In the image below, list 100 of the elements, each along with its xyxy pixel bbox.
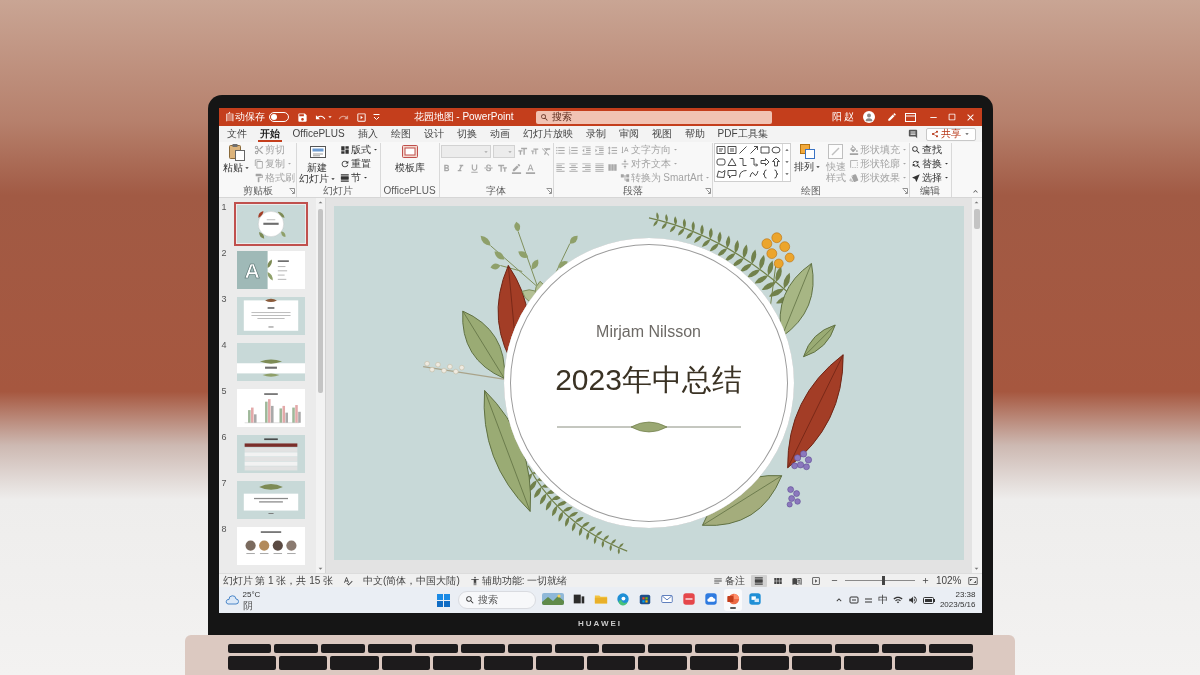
slideshow-icon[interactable]: [355, 111, 367, 123]
ribbon-tab[interactable]: 帮助: [682, 128, 707, 142]
zoom-slider[interactable]: [844, 576, 915, 585]
slide-number: 7: [221, 478, 228, 489]
scrollbar-thumb[interactable]: [973, 209, 980, 229]
tray-menu-icon[interactable]: [863, 595, 873, 605]
scrollbar-thumb[interactable]: [317, 209, 323, 393]
clock-time[interactable]: 23:38: [955, 590, 976, 600]
elbow-arrow-icon[interactable]: [748, 157, 759, 167]
ribbon-tab[interactable]: 文件: [224, 128, 249, 142]
text-box-icon[interactable]: [715, 145, 726, 155]
triangle-icon[interactable]: [726, 157, 737, 167]
slide-preview-drawing: [236, 527, 305, 565]
dialog-launcher-icon[interactable]: [545, 188, 552, 194]
slide-thumbnail[interactable]: [233, 202, 308, 246]
replace-button[interactable]: 替换: [910, 157, 950, 170]
ribbon-tab[interactable]: 幻灯片放映: [520, 128, 575, 142]
reset-button[interactable]: 重置: [339, 157, 379, 170]
volume-icon[interactable]: [907, 595, 918, 605]
slide-preview-drawing: [236, 481, 305, 519]
comment-icon[interactable]: [907, 129, 918, 139]
share-button[interactable]: 共享: [925, 127, 976, 141]
zoom-in-icon[interactable]: [920, 576, 930, 585]
ribbon-tab[interactable]: 录制: [583, 128, 608, 142]
paintbrush-icon: [253, 172, 264, 183]
zoom-level[interactable]: 102%: [935, 574, 962, 587]
paste-button[interactable]: 粘贴: [221, 143, 252, 173]
template-library-button[interactable]: 模板库: [393, 143, 426, 173]
search-field[interactable]: 搜索: [535, 110, 772, 124]
browser-icon: [615, 591, 630, 606]
replace-icon: [910, 158, 921, 169]
vertical-text-box-icon[interactable]: [726, 145, 737, 155]
dialog-launcher-icon[interactable]: [901, 188, 908, 194]
ribbon-tab[interactable]: 设计: [421, 128, 446, 142]
ribbon-tab[interactable]: 动画: [487, 128, 512, 142]
callout-icon[interactable]: [726, 169, 737, 179]
tray-window-icon[interactable]: [848, 595, 859, 605]
wifi-icon[interactable]: [892, 595, 903, 605]
slide-preview-drawing: [236, 389, 305, 427]
ribbon-tab[interactable]: 绘图: [388, 128, 413, 142]
slide-preview-drawing: [236, 205, 305, 243]
freeform-icon[interactable]: [715, 169, 726, 179]
view-button[interactable]: [750, 574, 767, 587]
language-label[interactable]: 中文(简体，中国大陆): [363, 574, 460, 587]
dialog-launcher-icon[interactable]: [288, 188, 295, 194]
arc-icon[interactable]: [737, 169, 748, 179]
hierarchy-icon: [619, 172, 630, 183]
layout-button[interactable]: 版式: [339, 143, 379, 156]
elbow-connector-icon[interactable]: [737, 157, 748, 167]
flower-cluster: [790, 450, 812, 471]
up-arrow-icon[interactable]: [770, 157, 781, 167]
vertical-scrollbar[interactable]: [971, 198, 982, 573]
curve-icon[interactable]: [748, 169, 759, 179]
shapes-gallery[interactable]: [713, 143, 791, 182]
dialog-launcher-icon[interactable]: [704, 188, 711, 194]
ribbon-tab[interactable]: PDF工具集: [715, 128, 770, 142]
rectangle-icon[interactable]: [759, 145, 770, 155]
ribbon-tab[interactable]: 插入: [355, 128, 380, 142]
slide-preview-drawing: [236, 435, 305, 473]
slide-subtitle[interactable]: Mirjam Nilsson: [596, 322, 701, 342]
section-button[interactable]: 节: [339, 171, 379, 184]
ribbon-tab[interactable]: 切换: [454, 128, 479, 142]
notes-button[interactable]: 备注: [712, 574, 745, 587]
spellcheck-icon[interactable]: [343, 575, 354, 586]
slide-title[interactable]: 2023年中总结: [555, 362, 742, 398]
select-button[interactable]: 选择: [910, 171, 950, 184]
right-arrow-icon[interactable]: [759, 157, 770, 167]
normal-view-icon: [753, 575, 764, 586]
arrange-button[interactable]: 排列: [792, 143, 823, 172]
clock-date[interactable]: 2023/5/16: [939, 600, 976, 610]
slide-number: 5: [221, 386, 228, 397]
line-icon[interactable]: [737, 145, 748, 155]
fit-to-window-icon[interactable]: [967, 575, 978, 586]
find-button[interactable]: 查找: [910, 143, 950, 156]
ime-indicator[interactable]: 中: [877, 594, 888, 606]
text-direction-icon: [619, 144, 630, 155]
zoom-slider-thumb[interactable]: [881, 576, 885, 585]
pen-icon[interactable]: [886, 112, 897, 122]
ribbon-display-icon[interactable]: [904, 112, 916, 122]
taskbar-search-field[interactable]: 搜索: [457, 591, 536, 609]
customize-toolbar-icon[interactable]: [372, 113, 380, 121]
flower-cluster: [761, 232, 794, 269]
weather-condition: 阴: [242, 599, 254, 611]
save-icon[interactable]: [296, 111, 308, 123]
style-cards-icon: [848, 172, 859, 183]
new-slide-button[interactable]: 新建幻灯片: [297, 143, 338, 184]
slide-preview-drawing: [236, 343, 305, 381]
vertical-scrollbar[interactable]: [315, 198, 325, 573]
ribbon-tab[interactable]: OfficePLUS: [290, 128, 347, 142]
arrow-line-icon[interactable]: [748, 145, 759, 155]
app-icon: [681, 591, 696, 606]
maximize-icon[interactable]: [946, 112, 957, 122]
ribbon-tab[interactable]: 视图: [649, 128, 674, 142]
avatar-icon[interactable]: [862, 111, 875, 123]
presentation-app-icon: [725, 591, 740, 606]
accessibility-button[interactable]: 辅助功能: 一切就绪: [469, 574, 568, 587]
battery-icon[interactable]: [922, 596, 935, 604]
start-menu-icon[interactable]: [436, 593, 450, 607]
slide-canvas[interactable]: Mirjam Nilsson 2023年中总结: [333, 206, 964, 560]
ribbon-tab[interactable]: 审阅: [616, 128, 641, 142]
